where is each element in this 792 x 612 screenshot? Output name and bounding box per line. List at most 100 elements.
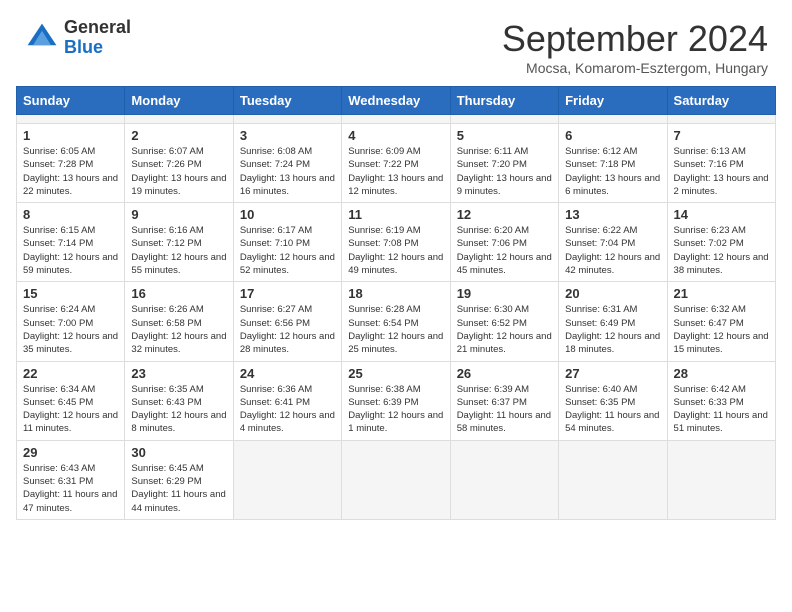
- cell-details: Sunrise: 6:13 AMSunset: 7:16 PMDaylight:…: [674, 145, 769, 198]
- cell-details: Sunrise: 6:28 AMSunset: 6:54 PMDaylight:…: [348, 303, 443, 356]
- calendar-cell: 13 Sunrise: 6:22 AMSunset: 7:04 PMDayligh…: [559, 203, 667, 282]
- calendar-week-row: [17, 115, 776, 124]
- calendar-week-row: 1Sunrise: 6:05 AMSunset: 7:28 PMDaylight…: [17, 124, 776, 203]
- calendar-week-row: 22Sunrise: 6:34 AMSunset: 6:45 PMDayligh…: [17, 361, 776, 440]
- cell-details: Sunrise: 6:19 AMSunset: 7:08 PMDaylight:…: [348, 224, 443, 277]
- logo-blue: Blue: [64, 38, 131, 58]
- cell-details: Sunrise: 6:45 AMSunset: 6:29 PMDaylight:…: [131, 462, 226, 515]
- calendar-cell: 20Sunrise: 6:31 AMSunset: 6:49 PMDayligh…: [559, 282, 667, 361]
- cell-details: Sunrise: 6:30 AMSunset: 6:52 PMDaylight:…: [457, 303, 552, 356]
- calendar-cell: 7 Sunrise: 6:13 AMSunset: 7:16 PMDaylight…: [667, 124, 775, 203]
- cell-details: Sunrise: 6:24 AMSunset: 7:00 PMDaylight:…: [23, 303, 118, 356]
- calendar-table: SundayMondayTuesdayWednesdayThursdayFrid…: [16, 86, 776, 520]
- calendar-cell: 28 Sunrise: 6:42 AMSunset: 6:33 PMDayligh…: [667, 361, 775, 440]
- calendar-week-row: 15 Sunrise: 6:24 AMSunset: 7:00 PMDayligh…: [17, 282, 776, 361]
- day-number: 9: [131, 207, 226, 222]
- day-of-week-header: Thursday: [450, 87, 558, 115]
- day-of-week-header: Tuesday: [233, 87, 341, 115]
- cell-details: Sunrise: 6:39 AMSunset: 6:37 PMDaylight:…: [457, 383, 552, 436]
- calendar-cell: [667, 115, 775, 124]
- cell-details: Sunrise: 6:42 AMSunset: 6:33 PMDaylight:…: [674, 383, 769, 436]
- day-of-week-header: Friday: [559, 87, 667, 115]
- day-number: 15: [23, 286, 118, 301]
- cell-details: Sunrise: 6:11 AMSunset: 7:20 PMDaylight:…: [457, 145, 552, 198]
- logo-text: General Blue: [64, 18, 131, 58]
- day-number: 5: [457, 128, 552, 143]
- day-number: 21: [674, 286, 769, 301]
- day-number: 4: [348, 128, 443, 143]
- logo-general: General: [64, 18, 131, 38]
- calendar-cell: [342, 115, 450, 124]
- calendar-cell: 27 Sunrise: 6:40 AMSunset: 6:35 PMDayligh…: [559, 361, 667, 440]
- calendar-cell: 16 Sunrise: 6:26 AMSunset: 6:58 PMDayligh…: [125, 282, 233, 361]
- calendar-cell: 9 Sunrise: 6:16 AMSunset: 7:12 PMDaylight…: [125, 203, 233, 282]
- day-number: 30: [131, 445, 226, 460]
- calendar-cell: 18 Sunrise: 6:28 AMSunset: 6:54 PMDayligh…: [342, 282, 450, 361]
- cell-details: Sunrise: 6:22 AMSunset: 7:04 PMDaylight:…: [565, 224, 660, 277]
- day-number: 19: [457, 286, 552, 301]
- day-number: 28: [674, 366, 769, 381]
- page-header: General Blue September 2024 Mocsa, Komar…: [0, 0, 792, 86]
- calendar-cell: 15 Sunrise: 6:24 AMSunset: 7:00 PMDayligh…: [17, 282, 125, 361]
- calendar-cell: [559, 115, 667, 124]
- cell-details: Sunrise: 6:15 AMSunset: 7:14 PMDaylight:…: [23, 224, 118, 277]
- calendar-cell: 8 Sunrise: 6:15 AMSunset: 7:14 PMDaylight…: [17, 203, 125, 282]
- cell-details: Sunrise: 6:36 AMSunset: 6:41 PMDaylight:…: [240, 383, 335, 436]
- calendar-cell: 30 Sunrise: 6:45 AMSunset: 6:29 PMDayligh…: [125, 440, 233, 519]
- calendar-cell: 2 Sunrise: 6:07 AMSunset: 7:26 PMDaylight…: [125, 124, 233, 203]
- day-number: 11: [348, 207, 443, 222]
- calendar-cell: 6Sunrise: 6:12 AMSunset: 7:18 PMDaylight…: [559, 124, 667, 203]
- day-number: 14: [674, 207, 769, 222]
- day-of-week-header: Sunday: [17, 87, 125, 115]
- calendar-cell: 26 Sunrise: 6:39 AMSunset: 6:37 PMDayligh…: [450, 361, 558, 440]
- cell-details: Sunrise: 6:07 AMSunset: 7:26 PMDaylight:…: [131, 145, 226, 198]
- day-number: 26: [457, 366, 552, 381]
- cell-details: Sunrise: 6:26 AMSunset: 6:58 PMDaylight:…: [131, 303, 226, 356]
- calendar-cell: 24 Sunrise: 6:36 AMSunset: 6:41 PMDayligh…: [233, 361, 341, 440]
- cell-details: Sunrise: 6:32 AMSunset: 6:47 PMDaylight:…: [674, 303, 769, 356]
- cell-details: Sunrise: 6:16 AMSunset: 7:12 PMDaylight:…: [131, 224, 226, 277]
- calendar-cell: 21 Sunrise: 6:32 AMSunset: 6:47 PMDayligh…: [667, 282, 775, 361]
- day-number: 27: [565, 366, 660, 381]
- day-of-week-header: Saturday: [667, 87, 775, 115]
- cell-details: Sunrise: 6:08 AMSunset: 7:24 PMDaylight:…: [240, 145, 335, 198]
- day-number: 25: [348, 366, 443, 381]
- day-of-week-header: Monday: [125, 87, 233, 115]
- calendar-cell: 4Sunrise: 6:09 AMSunset: 7:22 PMDaylight…: [342, 124, 450, 203]
- day-number: 29: [23, 445, 118, 460]
- calendar-cell: 3 Sunrise: 6:08 AMSunset: 7:24 PMDaylight…: [233, 124, 341, 203]
- day-number: 7: [674, 128, 769, 143]
- day-number: 24: [240, 366, 335, 381]
- calendar-cell: [125, 115, 233, 124]
- calendar-cell: [450, 440, 558, 519]
- month-title: September 2024: [502, 18, 768, 60]
- day-number: 18: [348, 286, 443, 301]
- day-of-week-header: Wednesday: [342, 87, 450, 115]
- cell-details: Sunrise: 6:43 AMSunset: 6:31 PMDaylight:…: [23, 462, 118, 515]
- cell-details: Sunrise: 6:27 AMSunset: 6:56 PMDaylight:…: [240, 303, 335, 356]
- day-number: 6: [565, 128, 660, 143]
- day-number: 17: [240, 286, 335, 301]
- calendar-cell: [559, 440, 667, 519]
- calendar-cell: [450, 115, 558, 124]
- day-number: 12: [457, 207, 552, 222]
- calendar-cell: 11 Sunrise: 6:19 AMSunset: 7:08 PMDayligh…: [342, 203, 450, 282]
- logo: General Blue: [24, 18, 131, 58]
- cell-details: Sunrise: 6:40 AMSunset: 6:35 PMDaylight:…: [565, 383, 660, 436]
- calendar-header-row: SundayMondayTuesdayWednesdayThursdayFrid…: [17, 87, 776, 115]
- calendar-week-row: 8 Sunrise: 6:15 AMSunset: 7:14 PMDaylight…: [17, 203, 776, 282]
- day-number: 8: [23, 207, 118, 222]
- day-number: 2: [131, 128, 226, 143]
- day-number: 3: [240, 128, 335, 143]
- day-number: 16: [131, 286, 226, 301]
- calendar-cell: [17, 115, 125, 124]
- day-number: 22: [23, 366, 118, 381]
- calendar-cell: [667, 440, 775, 519]
- title-area: September 2024 Mocsa, Komarom-Esztergom,…: [502, 18, 768, 76]
- calendar-cell: 10Sunrise: 6:17 AMSunset: 7:10 PMDayligh…: [233, 203, 341, 282]
- day-number: 13: [565, 207, 660, 222]
- location: Mocsa, Komarom-Esztergom, Hungary: [502, 60, 768, 76]
- calendar-cell: [233, 440, 341, 519]
- cell-details: Sunrise: 6:20 AMSunset: 7:06 PMDaylight:…: [457, 224, 552, 277]
- calendar-week-row: 29 Sunrise: 6:43 AMSunset: 6:31 PMDayligh…: [17, 440, 776, 519]
